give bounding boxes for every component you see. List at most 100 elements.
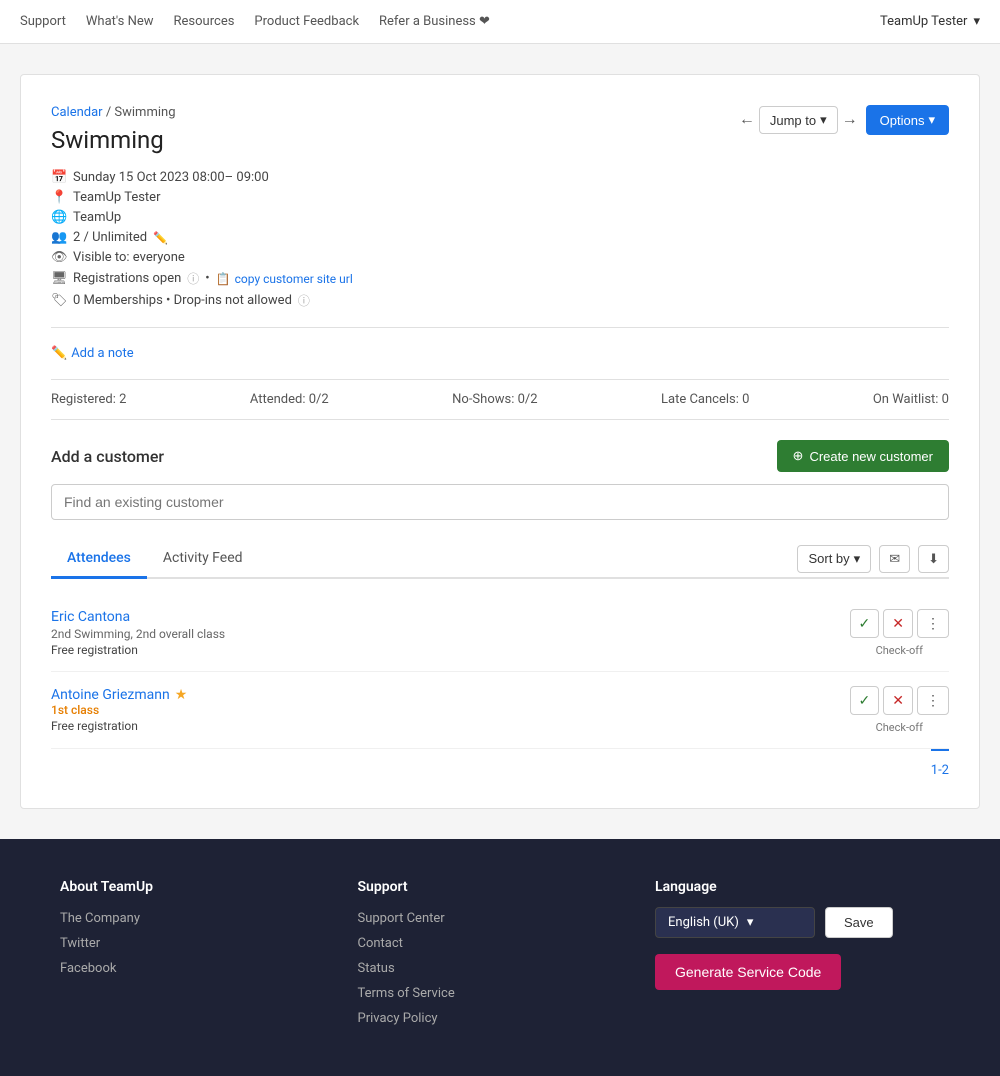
attendee-sub-1: 2nd Swimming, 2nd overall class — [51, 627, 225, 641]
event-details: 📅 Sunday 15 Oct 2023 08:00– 09:00 📍 Team… — [51, 170, 949, 309]
x-button-1[interactable]: ✕ — [883, 609, 913, 638]
download-button[interactable]: ⬇ — [918, 545, 949, 573]
main-content: Calendar / Swimming Swimming ← Jump to ▾… — [20, 74, 980, 809]
chevron-down-icon: ▾ — [973, 14, 980, 29]
user-menu[interactable]: TeamUp Tester ▾ — [880, 14, 980, 29]
chevron-down-icon: ▾ — [928, 112, 935, 128]
create-customer-button[interactable]: ⊕ Create new customer — [777, 440, 949, 472]
footer-privacy[interactable]: Privacy Policy — [358, 1011, 596, 1026]
add-note-link[interactable]: ✏️ Add a note — [51, 346, 134, 361]
event-visibility: Visible to: everyone — [73, 250, 185, 265]
footer-about-title: About TeamUp — [60, 879, 298, 895]
footer-support-title: Support — [358, 879, 596, 895]
attendee-reg-2: Free registration — [51, 719, 187, 733]
stat-no-shows: No-Shows: 0/2 — [452, 392, 537, 407]
event-memberships: 0 Memberships • Drop-ins not allowed — [73, 293, 292, 308]
check-off-label-2: Check-off — [876, 721, 923, 734]
nav-links: Support What's New Resources Product Fee… — [20, 14, 490, 29]
footer-facebook[interactable]: Facebook — [60, 961, 298, 976]
nav-product-feedback[interactable]: Product Feedback — [254, 14, 359, 29]
pagination-container: 1-2 — [51, 749, 949, 778]
footer-the-company[interactable]: The Company — [60, 911, 298, 926]
globe-icon: 🌐 — [51, 210, 67, 225]
copy-url-link[interactable]: 📋 copy customer site url — [216, 272, 353, 286]
attendee-reg-1: Free registration — [51, 643, 225, 657]
add-note-row: ✏️ Add a note — [51, 346, 949, 361]
table-row: Antoine Griezmann ★ 1st class Free regis… — [51, 672, 949, 749]
more-button-2[interactable]: ⋮ — [917, 686, 949, 715]
user-name: TeamUp Tester — [880, 14, 967, 29]
attendee-actions-1: ✓ ✕ ⋮ Check-off — [850, 609, 949, 657]
event-memberships-row: 🏷 0 Memberships • Drop-ins not allowed ⓘ — [51, 292, 949, 309]
attendee-info-2: Antoine Griezmann ★ 1st class Free regis… — [51, 687, 187, 733]
nav-support[interactable]: Support — [20, 14, 66, 29]
language-save-button[interactable]: Save — [825, 907, 893, 938]
tab-attendees[interactable]: Attendees — [51, 540, 147, 579]
language-row: English (UK) ▾ Save — [655, 907, 940, 938]
monitor-icon: 🖥 — [51, 271, 67, 286]
stat-late-cancels: Late Cancels: 0 — [661, 392, 749, 407]
stat-waitlist: On Waitlist: 0 — [873, 392, 949, 407]
footer-terms[interactable]: Terms of Service — [358, 986, 596, 1001]
event-organizer-row: 📍 TeamUp Tester — [51, 190, 949, 205]
nav-arrows: ← Jump to ▾ → — [739, 106, 858, 134]
event-team: TeamUp — [73, 210, 121, 225]
tabs-left: Attendees Activity Feed — [51, 540, 259, 577]
nav-refer[interactable]: Refer a Business ❤ — [379, 14, 490, 29]
stat-registered: Registered: 2 — [51, 392, 126, 407]
attendee-info-1: Eric Cantona 2nd Swimming, 2nd overall c… — [51, 609, 225, 657]
nav-resources[interactable]: Resources — [174, 14, 235, 29]
chevron-down-icon: ▾ — [820, 112, 827, 128]
pencil-icon: ✏️ — [51, 346, 67, 361]
tab-activity-feed[interactable]: Activity Feed — [147, 540, 259, 579]
next-arrow[interactable]: → — [842, 111, 858, 129]
footer-about: About TeamUp The Company Twitter Faceboo… — [60, 879, 298, 1036]
footer-contact[interactable]: Contact — [358, 936, 596, 951]
attendee-name-2[interactable]: Antoine Griezmann — [51, 687, 170, 703]
copy-icon: 📋 — [216, 272, 231, 286]
nav-whats-new[interactable]: What's New — [86, 14, 154, 29]
top-navigation: Support What's New Resources Product Fee… — [0, 0, 1000, 44]
more-button-1[interactable]: ⋮ — [917, 609, 949, 638]
people-icon: 👥 — [51, 230, 67, 245]
event-registrations-row: 🖥 Registrations open ⓘ • 📋 copy customer… — [51, 270, 949, 287]
footer-language: Language English (UK) ▾ Save Generate Se… — [655, 879, 940, 1036]
footer-twitter[interactable]: Twitter — [60, 936, 298, 951]
event-visibility-row: 👁 Visible to: everyone — [51, 250, 949, 265]
customer-search-input[interactable] — [51, 484, 949, 520]
attendee-actions-2: ✓ ✕ ⋮ Check-off — [850, 686, 949, 734]
jump-to-button[interactable]: Jump to ▾ — [759, 106, 838, 134]
sort-by-label: Sort by — [808, 551, 849, 566]
tabs-row: Attendees Activity Feed Sort by ▾ ✉ ⬇ — [51, 540, 949, 579]
location-icon: 📍 — [51, 190, 67, 205]
breadcrumb-parent[interactable]: Calendar — [51, 105, 103, 120]
info-icon: ⓘ — [187, 270, 199, 287]
table-row: Eric Cantona 2nd Swimming, 2nd overall c… — [51, 595, 949, 672]
sort-by-button[interactable]: Sort by ▾ — [797, 545, 871, 573]
action-buttons-1: ✓ ✕ ⋮ — [850, 609, 949, 638]
edit-capacity-icon[interactable]: ✏️ — [153, 231, 168, 245]
footer-support-center[interactable]: Support Center — [358, 911, 596, 926]
check-button-2[interactable]: ✓ — [850, 686, 880, 715]
check-button-1[interactable]: ✓ — [850, 609, 880, 638]
event-capacity: 2 / Unlimited — [73, 230, 147, 245]
footer-language-title: Language — [655, 879, 940, 895]
attendees-list: Eric Cantona 2nd Swimming, 2nd overall c… — [51, 595, 949, 749]
language-option: English (UK) — [668, 915, 739, 930]
email-button[interactable]: ✉ — [879, 545, 910, 573]
options-button[interactable]: Options ▾ — [866, 105, 949, 135]
language-selector[interactable]: English (UK) ▾ — [655, 907, 815, 938]
generate-service-code-button[interactable]: Generate Service Code — [655, 954, 841, 990]
x-button-2[interactable]: ✕ — [883, 686, 913, 715]
calendar-icon: 📅 — [51, 170, 67, 185]
event-capacity-row: 👥 2 / Unlimited ✏️ — [51, 230, 949, 245]
download-icon: ⬇ — [928, 551, 939, 566]
prev-arrow[interactable]: ← — [739, 111, 755, 129]
event-header-row: Calendar / Swimming Swimming ← Jump to ▾… — [51, 105, 949, 166]
event-title: Swimming — [51, 126, 176, 154]
footer-status[interactable]: Status — [358, 961, 596, 976]
eye-icon: 👁 — [51, 250, 67, 265]
add-note-label: Add a note — [71, 346, 133, 361]
attendee-name-1[interactable]: Eric Cantona — [51, 609, 130, 625]
breadcrumb: Calendar / Swimming — [51, 105, 176, 120]
